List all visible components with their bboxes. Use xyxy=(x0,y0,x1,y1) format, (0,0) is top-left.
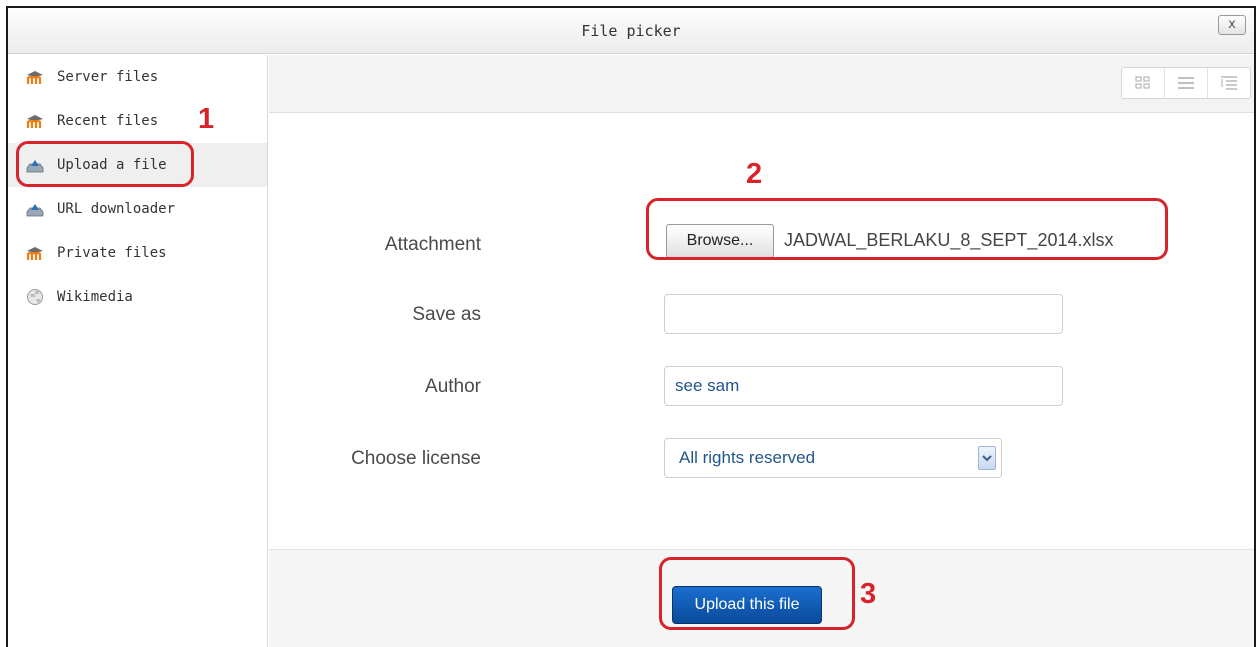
author-label: Author xyxy=(425,376,481,397)
view-switcher xyxy=(1121,67,1251,99)
annotation-highlight-2 xyxy=(646,198,1168,260)
upload-icon xyxy=(26,204,44,217)
license-select[interactable]: All rights reserved xyxy=(664,438,1002,478)
list-view-button[interactable] xyxy=(1165,68,1208,98)
sidebar-item-label: Recent files xyxy=(57,113,159,129)
chevron-down-icon[interactable] xyxy=(978,446,996,470)
list-icon xyxy=(1178,77,1194,89)
author-input[interactable]: see sam xyxy=(664,366,1063,406)
attachment-label: Attachment xyxy=(384,234,481,255)
license-label: Choose license xyxy=(351,448,481,469)
sidebar-item-recent-files[interactable]: Recent files xyxy=(8,99,267,143)
view-toolbar xyxy=(269,55,1254,113)
saveas-input[interactable] xyxy=(664,294,1063,334)
dialog-title: File picker xyxy=(581,22,681,40)
license-selected-value: All rights reserved xyxy=(679,448,816,467)
annotation-highlight-1 xyxy=(16,141,194,187)
wikimedia-globe-icon xyxy=(27,289,43,305)
close-button[interactable]: x xyxy=(1218,15,1246,35)
sidebar-item-label: Wikimedia xyxy=(57,289,133,305)
annotation-number-2: 2 xyxy=(746,158,763,190)
moodle-icon xyxy=(26,247,43,260)
file-picker-dialog: File picker x Server files Recent files xyxy=(6,6,1256,647)
annotation-highlight-3 xyxy=(659,557,855,630)
sidebar-item-server-files[interactable]: Server files xyxy=(8,55,267,99)
tree-view-button[interactable] xyxy=(1208,68,1250,98)
icons-view-button[interactable] xyxy=(1122,68,1165,98)
dialog-titlebar: File picker x xyxy=(8,8,1254,54)
sidebar-item-label: Private files xyxy=(57,245,167,261)
sidebar-item-url-downloader[interactable]: URL downloader xyxy=(8,187,267,231)
sidebar-item-private-files[interactable]: Private files xyxy=(8,231,267,275)
annotation-number-3: 3 xyxy=(860,578,877,610)
close-icon: x xyxy=(1228,17,1236,32)
annotation-number-1: 1 xyxy=(198,103,215,135)
grid-icon xyxy=(1135,76,1150,89)
tree-icon xyxy=(1221,76,1237,90)
sidebar-item-label: URL downloader xyxy=(57,201,176,217)
saveas-label: Save as xyxy=(412,304,481,325)
moodle-icon xyxy=(26,71,43,84)
sidebar-item-label: Server files xyxy=(57,69,159,85)
moodle-icon xyxy=(26,115,43,128)
sidebar-item-wikimedia[interactable]: Wikimedia xyxy=(8,275,267,319)
